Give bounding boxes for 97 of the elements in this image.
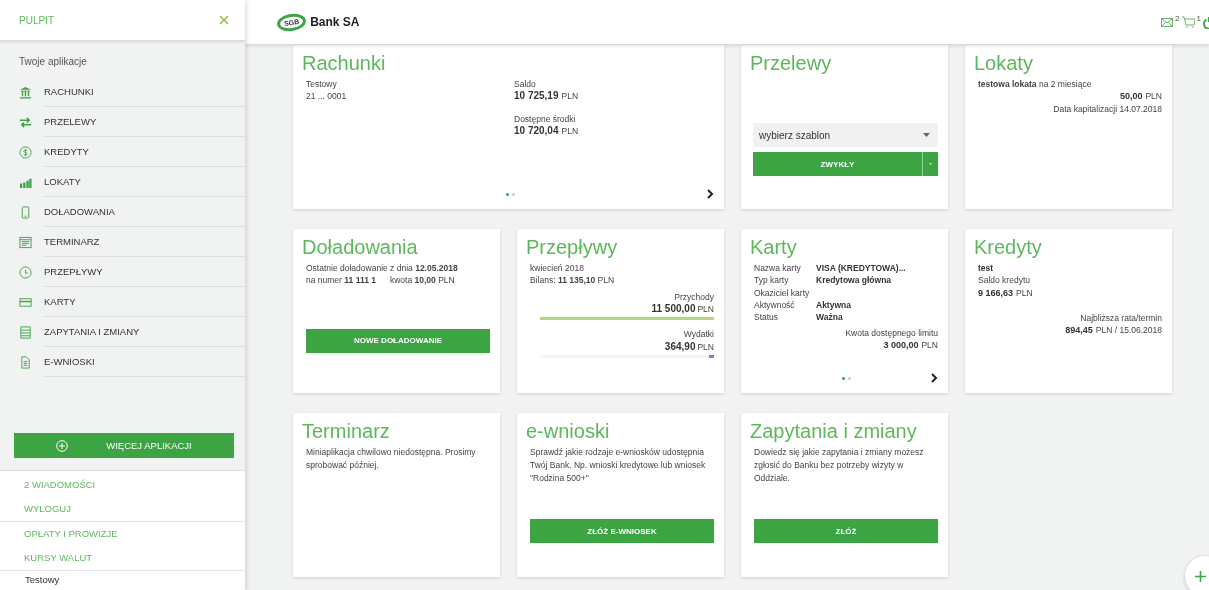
cart-count: 1 [1196, 13, 1201, 23]
currency: PLN [1145, 90, 1162, 103]
next-installment-amount: 894,45 [1065, 325, 1093, 336]
deposit-amount: 50,00 [1119, 91, 1143, 102]
sidebar-item[interactable]: E-WNIOSKI [0, 347, 245, 377]
sidebar-item[interactable]: KARTY [0, 287, 245, 317]
field-label: Nazwa karty [754, 262, 802, 275]
page-dot[interactable] [511, 192, 515, 196]
card-title: Terminarz [302, 421, 391, 441]
credit-card-icon [19, 295, 32, 309]
flow-amount: 11 500,00 [651, 302, 696, 314]
next-installment-label: Najbliższa rata/termin [1080, 311, 1162, 325]
balance-label: Saldo [514, 78, 537, 91]
close-button[interactable] [219, 15, 229, 25]
list-document-icon [19, 325, 32, 339]
card-title: Przelewy [750, 53, 833, 73]
limit-label: Kwota dostępnego limitu [845, 326, 938, 339]
document-icon [19, 355, 32, 369]
dollar-circle-icon [19, 145, 32, 159]
flow-amount: 364,90 [664, 340, 696, 352]
balance-amount: 10 725,19 [514, 90, 559, 102]
transfer-arrows-icon [19, 115, 32, 129]
sidebar-item[interactable]: KREDYTY [0, 137, 245, 167]
mail-icon[interactable] [1161, 17, 1174, 27]
card-title: Doładowania [302, 237, 419, 257]
chevron-right-icon [931, 373, 938, 383]
loan-amount: 9 166,63 [978, 287, 1014, 298]
field-label: Okaziciel karty [754, 286, 811, 299]
description: Miniaplikacja chwilowo niedostępna. Prosimy sprobować później. [306, 446, 477, 473]
currency: PLN [561, 90, 579, 103]
sidebar-item[interactable]: RACHUNKI [0, 77, 245, 107]
field-value: Aktywna [816, 298, 852, 312]
next-button[interactable] [931, 373, 938, 383]
currency: PLN [561, 124, 579, 138]
card-title: e-wnioski [526, 421, 611, 441]
field-value: VISA (KREDYTOWA)... [816, 262, 907, 275]
flow-label: Wydatki [683, 328, 714, 341]
plus-icon [1195, 570, 1206, 582]
card-title: Przepływy [526, 237, 619, 257]
topup-number: na numer 11 111 1 [306, 274, 376, 287]
field-label: Status [754, 311, 780, 324]
loan-name: test [978, 262, 995, 275]
card-title: Zapytania i zmiany [750, 421, 918, 441]
caret-icon [923, 133, 930, 137]
sidebar-item[interactable]: TERMINARZ [0, 227, 245, 257]
flow-month: kwiecień 2018 [530, 262, 585, 275]
bank-icon [19, 85, 32, 99]
cart-icon[interactable] [1181, 16, 1195, 28]
user-name: Testowy [24, 573, 61, 585]
page-dot[interactable] [505, 192, 509, 196]
page-dot[interactable] [847, 376, 851, 380]
sidebar-item[interactable]: ZAPYTANIA I ZMIANY [0, 317, 245, 347]
currency: PLN [921, 338, 938, 352]
section-label: Twoje aplikacje [18, 55, 88, 69]
topup-amount: kwota 10,00 PLN [389, 274, 455, 287]
message-count: 2 [1175, 13, 1180, 23]
field-value: Ważna [816, 311, 844, 324]
card-title: Karty [750, 237, 798, 257]
currency: PLN [697, 302, 714, 316]
next-installment-date: PLN / 15.06.2018 [1095, 324, 1162, 337]
close-icon [219, 15, 229, 25]
card-title: Rachunki [302, 53, 387, 73]
loan-balance-label: Saldo kredytu [978, 274, 1031, 287]
flow-balance: Bilans: 11 135,10 PLN [530, 274, 616, 287]
caret-icon [929, 162, 932, 166]
account-number: 21 ... 0001 [306, 90, 348, 103]
field-value: Kredytowa główna [816, 274, 893, 287]
last-topup-text: Ostatnie doładowanie z dnia 12.05.2018 [306, 262, 459, 275]
sidebar-item[interactable]: DOŁADOWANIA [0, 197, 245, 227]
template-select[interactable]: wybierz szablon [753, 123, 938, 147]
sidebar-title: PULPIT [19, 14, 54, 26]
capitalization-date: Data kapitalizacji 14.07.2018 [1053, 102, 1162, 115]
clock-icon [19, 265, 32, 279]
phone-icon [19, 205, 32, 219]
page-dot[interactable] [841, 376, 845, 380]
field-label: Aktywność [754, 298, 796, 312]
balance-label: Dostępne środki [514, 112, 577, 125]
currency: PLN [1016, 286, 1033, 299]
calendar-icon [19, 235, 32, 249]
currency: PLN [697, 340, 714, 353]
card-title: Kredyty [974, 237, 1043, 257]
flow-label: Przychody [674, 290, 714, 303]
description: Dowiedz się jakie zapytania i zmiany możesz zgłosić do Banku bez potrzeby wizyty w Oddziale. [754, 446, 925, 486]
next-button[interactable] [707, 189, 714, 199]
sidebar-item[interactable]: LOKATY [0, 167, 245, 197]
logo-text: Bank SA [310, 15, 360, 29]
deposit-name: testowa lokata na 2 miesiące [978, 78, 1093, 91]
card-title: Lokaty [974, 53, 1034, 73]
description: Sprawdź jakie rodzaje e-wniosków udostępnia Twój Bank. Np. wnioski kredytowe lub wniosek "Rodzina 500+" [530, 446, 707, 486]
account-name: Testowy [306, 78, 338, 91]
balance-amount: 10 720,04 [514, 124, 559, 136]
sidebar-item[interactable]: PRZELEWY [0, 107, 245, 137]
field-label: Typ karty [754, 274, 790, 287]
plus-circle-icon [56, 439, 69, 452]
chevron-right-icon [707, 189, 714, 199]
limit-amount: 3 000,00 [883, 339, 919, 350]
sidebar-item[interactable]: PRZEPŁYWY [0, 257, 245, 287]
